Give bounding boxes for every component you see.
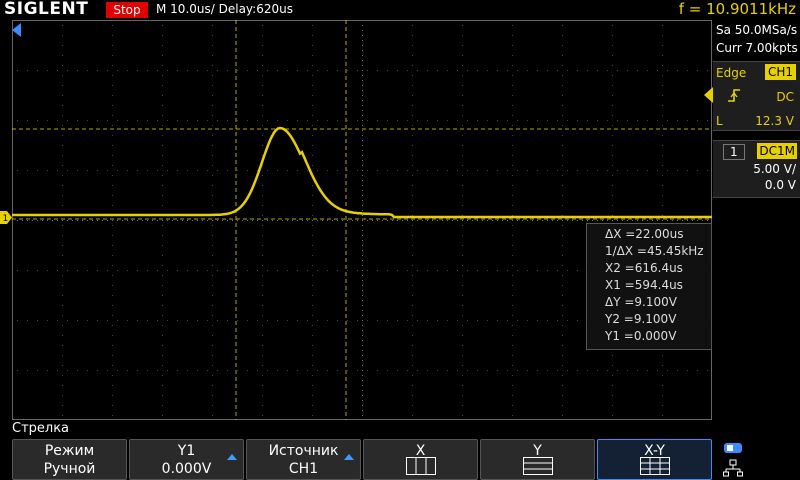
grid-dots (17, 25, 708, 416)
softkey-x[interactable]: X (363, 439, 478, 480)
rising-edge-icon (728, 89, 740, 102)
y-cursor-icon (523, 457, 553, 475)
measure-y1: Y1 =0.000V (605, 329, 677, 343)
softkey-source[interactable]: Источник CH1 (246, 439, 361, 480)
trigger-level-marker-icon[interactable] (704, 87, 713, 103)
channel-coupling-badge: DC1M (757, 143, 797, 159)
memory-depth: Curr 7.00kpts (716, 41, 798, 55)
trigger-type: Edge (716, 66, 747, 80)
channel1-marker-label: 1 (3, 214, 9, 224)
x-cursor-icon (406, 457, 436, 475)
xy-cursor-icon (640, 457, 670, 475)
softkey-y[interactable]: Y (480, 439, 595, 480)
channel1-trace (12, 126, 712, 219)
measure-delta-x: ΔX =22.00us (605, 227, 684, 241)
brand-logo: SIGLENT (4, 0, 89, 19)
sample-rate: Sa 50.0MSa/s (716, 23, 798, 37)
trigger-position-marker-icon (12, 23, 21, 37)
adjust-arrow-icon (227, 454, 237, 460)
measure-x2: X2 =616.4us (605, 261, 683, 275)
status-icons (713, 439, 800, 480)
softkey-mode[interactable]: Режим Ручной (12, 439, 127, 480)
channel-vertical-scale: 5.00 V/ (753, 162, 796, 176)
softkey-bar: Режим Ручной Y1 0.000V Источник CH1 X Y … (12, 439, 712, 480)
cursor-measurement-box: ΔX =22.00us 1/ΔX =45.45kHz X2 =616.4us X… (586, 223, 712, 350)
softkey-value: 0.000V (161, 461, 212, 477)
adjust-arrow-icon (344, 454, 354, 460)
channel-offset: 0.0 V (764, 178, 796, 192)
timebase-delay: Delay:620us (218, 2, 293, 16)
softkey-label: Режим (44, 443, 95, 459)
waveform-grid (12, 20, 712, 420)
trigger-coupling: DC (776, 90, 794, 104)
softkey-value: CH1 (288, 461, 319, 477)
trigger-level: 12.3 V (755, 114, 794, 128)
channel-number: 1 (723, 144, 745, 160)
softkey-value: Ручной (43, 461, 96, 477)
softkey-y1[interactable]: Y1 0.000V (129, 439, 244, 480)
channel1-panel[interactable]: 1 DC1M 5.00 V/ 0.0 V (713, 140, 800, 198)
timebase-scale: M 10.0us/ (156, 2, 215, 16)
usb-device-icon (724, 443, 742, 453)
trigger-level-label: L (716, 114, 723, 128)
waveform-display[interactable] (12, 20, 712, 420)
timebase-readout[interactable]: M 10.0us/ Delay:620us (156, 2, 293, 16)
network-icon (723, 459, 743, 477)
channel1-ground-marker-icon[interactable]: 1 (0, 211, 12, 224)
menu-title: Стрелка (12, 421, 70, 436)
measure-x1: X1 =594.4us (605, 278, 683, 292)
acquisition-panel[interactable]: Sa 50.0MSa/s Curr 7.00kpts (713, 20, 800, 60)
trigger-source-badge: CH1 (764, 64, 796, 80)
frequency-counter: f = 10.9011kHz (678, 0, 796, 18)
trigger-panel[interactable]: Edge CH1 DC L 12.3 V (713, 61, 800, 131)
softkey-xy[interactable]: X-Y (597, 439, 712, 480)
measure-delta-y: ΔY =9.100V (605, 295, 677, 309)
measure-y2: Y2 =9.100V (605, 312, 677, 326)
run-stop-status[interactable]: Stop (106, 2, 148, 18)
measure-inv-delta-x: 1/ΔX =45.45kHz (605, 244, 704, 258)
top-status-bar: SIGLENT Stop M 10.0us/ Delay:620us f = 1… (0, 0, 800, 20)
